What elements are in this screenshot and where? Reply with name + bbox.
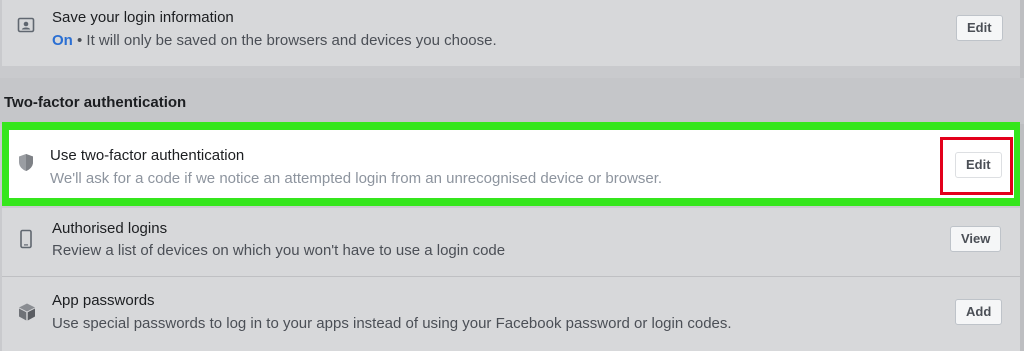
authorised-logins-description: Review a list of devices on which you wo…	[52, 242, 506, 259]
two-factor-description: We'll ask for a code if we notice an att…	[50, 170, 663, 187]
app-passwords-row: App passwords Use special passwords to l…	[2, 277, 1020, 351]
cube-icon	[17, 302, 37, 322]
two-factor-edit-button[interactable]: Edit	[955, 152, 1002, 178]
section-title: Two-factor authentication	[4, 94, 187, 111]
panel-right-edge	[1020, 0, 1024, 351]
authorised-logins-view-button[interactable]: View	[950, 226, 1002, 252]
authorised-logins-title: Authorised logins	[52, 220, 168, 237]
save-login-desc-text: • It will only be saved on the browsers …	[72, 32, 497, 49]
id-card-icon	[17, 16, 37, 36]
two-factor-row: Use two-factor authentication We'll ask …	[9, 130, 1014, 198]
shield-icon	[18, 153, 36, 173]
save-login-edit-button[interactable]: Edit	[956, 15, 1003, 41]
phone-icon	[19, 229, 39, 249]
save-login-description: On • It will only be saved on the browse…	[52, 32, 497, 49]
save-login-status: On	[52, 32, 73, 49]
two-factor-title: Use two-factor authentication	[50, 147, 245, 164]
save-login-title: Save your login information	[52, 9, 234, 26]
app-passwords-title: App passwords	[52, 292, 155, 309]
app-passwords-description: Use special passwords to log in to your …	[52, 315, 732, 332]
app-passwords-add-button[interactable]: Add	[955, 299, 1003, 325]
authorised-logins-row: Authorised logins Review a list of devic…	[2, 208, 1020, 276]
save-login-row: Save your login information On • It will…	[2, 0, 1020, 66]
